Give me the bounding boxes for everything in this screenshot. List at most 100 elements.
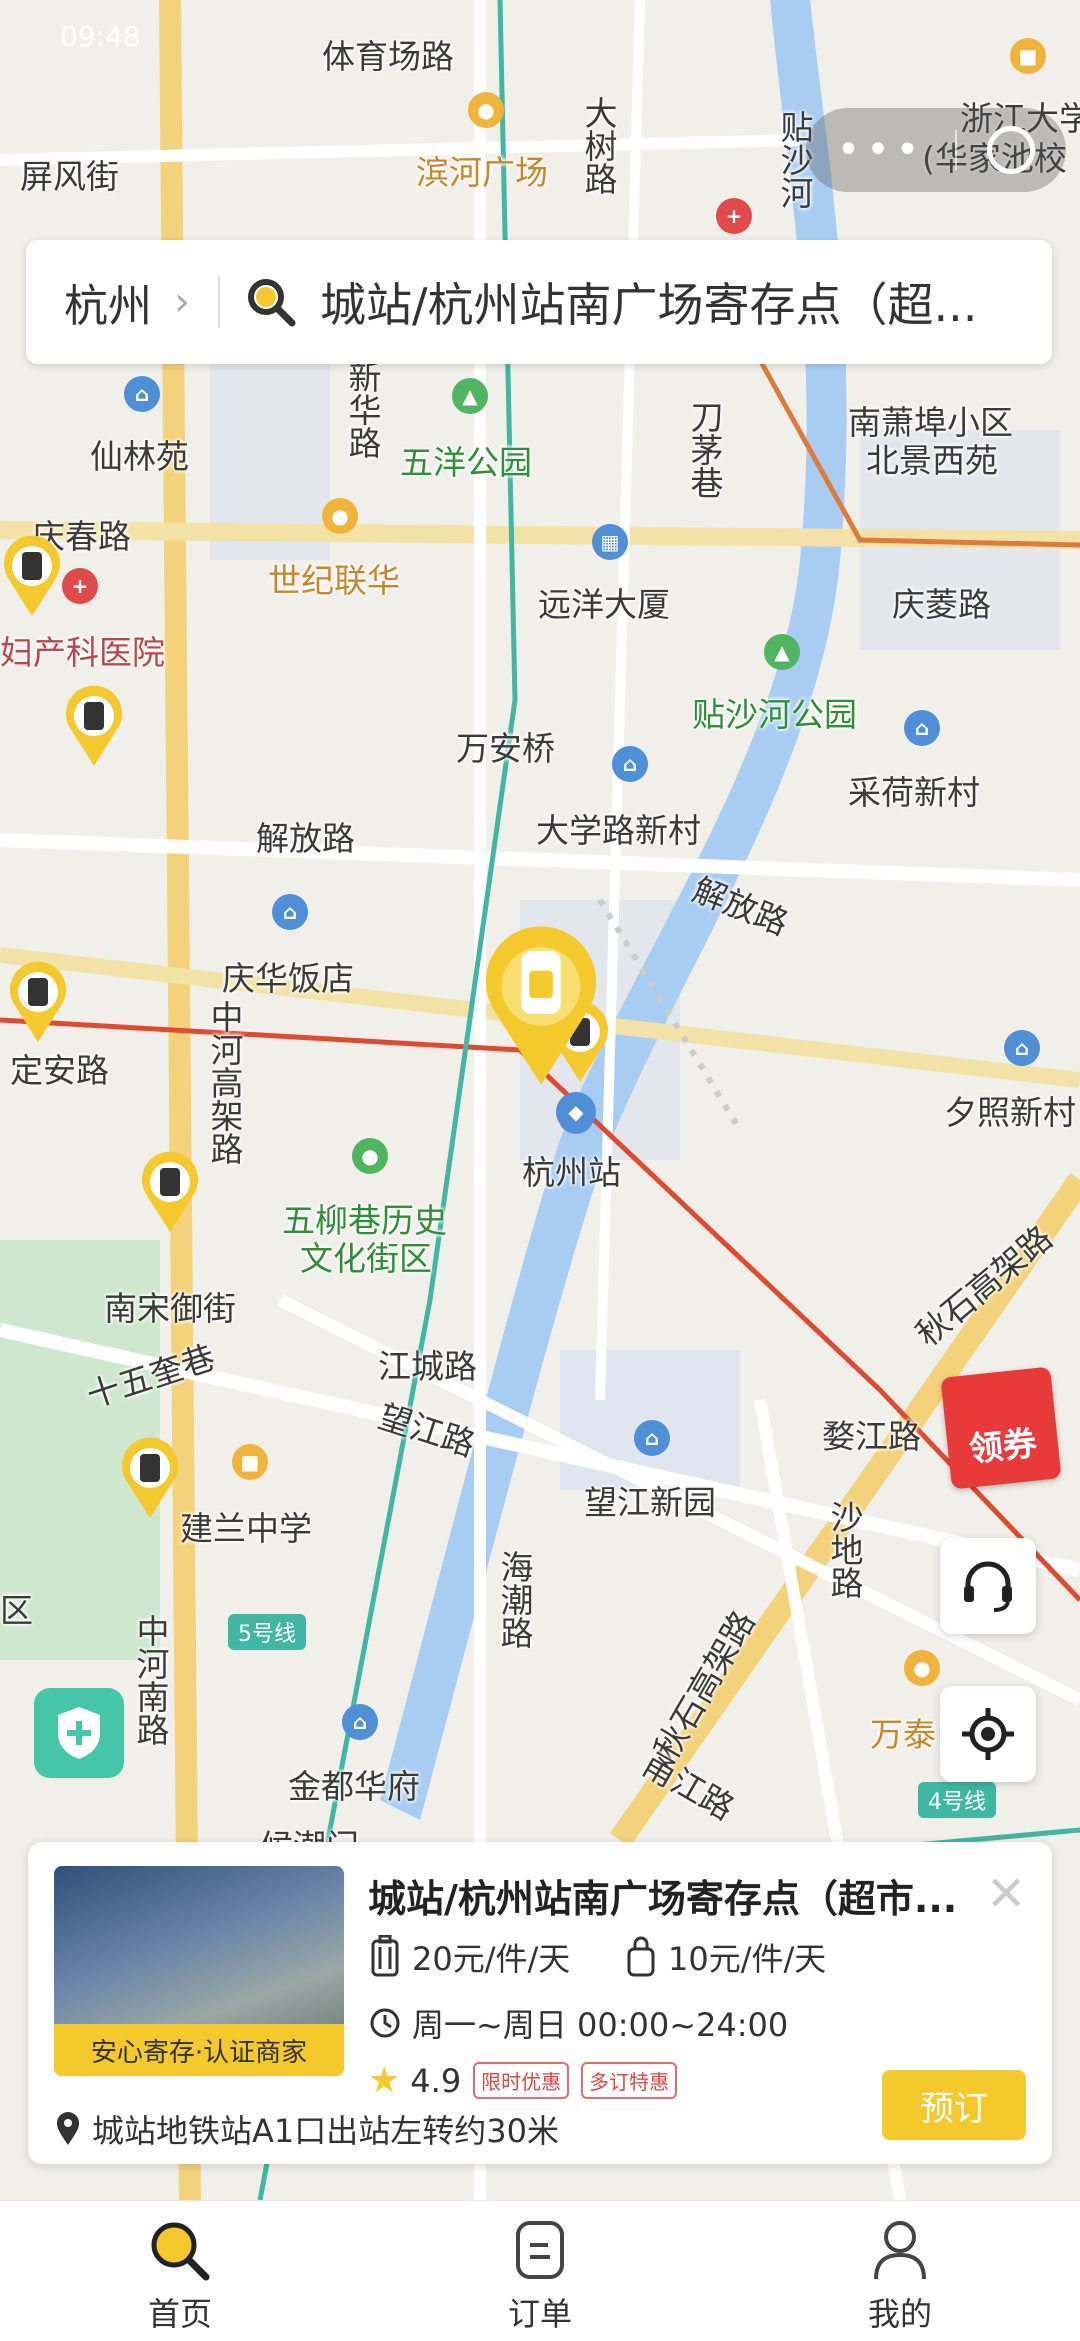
luggage-pin-icon[interactable] <box>62 684 126 768</box>
luggage-pin-icon[interactable] <box>0 534 64 618</box>
tab-profile[interactable]: 我的 <box>820 2217 980 2335</box>
building-icon[interactable]: ▦ <box>592 524 628 560</box>
headset-icon <box>964 1561 1012 1612</box>
map-label: 五洋公园 <box>400 443 532 482</box>
map-label: 文化街区 <box>300 1239 432 1278</box>
book-button[interactable]: 预订 <box>882 2070 1026 2140</box>
shield-plus-icon <box>58 1707 100 1759</box>
map-label: 望江新园 <box>584 1483 716 1522</box>
tab-label: 订单 <box>507 2295 572 2333</box>
residence-icon[interactable]: ⌂ <box>634 1420 670 1456</box>
status-time: 09:48 <box>60 20 141 53</box>
map-label: 南宋御街 <box>104 1289 236 1328</box>
close-miniapp-icon[interactable] <box>987 126 1036 174</box>
school-icon[interactable]: ■ <box>1010 38 1046 74</box>
map-label: 屏风街 <box>20 157 119 196</box>
map-label: 仙林苑 <box>90 437 189 476</box>
metro-line-badge: 4号线 <box>918 1782 996 1818</box>
poi-icon[interactable]: ● <box>468 92 504 128</box>
rating: 4.9 <box>410 2061 462 2100</box>
map-label: 远洋大厦 <box>538 585 670 624</box>
chevron-right-icon[interactable]: › <box>174 279 190 325</box>
suitcase-icon <box>371 1935 399 1977</box>
luggage-pin-icon[interactable] <box>6 960 70 1044</box>
residence-icon[interactable]: ⌂ <box>612 746 648 782</box>
tab-label: 我的 <box>867 2295 932 2333</box>
residence-icon[interactable]: ⌂ <box>124 376 160 412</box>
bottom-tab-bar: 首页 订单 我的 <box>0 2200 1080 2341</box>
map-label: 建兰中学 <box>180 1509 312 1548</box>
price-small: 10元/件/天 <box>668 1940 827 1978</box>
search-input[interactable]: 城站/杭州站南广场寄存点（超... <box>320 269 1020 335</box>
luggage-pin-icon[interactable] <box>138 1150 202 1234</box>
insurance-button[interactable] <box>34 1688 124 1778</box>
tab-home[interactable]: 首页 <box>100 2217 260 2335</box>
map-label: 北景西苑 <box>866 441 998 480</box>
search-icon[interactable] <box>244 275 298 329</box>
locate-icon <box>962 1708 1014 1760</box>
map-label: 定安路 <box>10 1051 109 1090</box>
map-label: 庆菱路 <box>892 585 991 624</box>
school-icon[interactable]: ■ <box>232 1444 268 1480</box>
station-icon[interactable]: ◆ <box>556 1092 596 1132</box>
pill-divider <box>955 130 958 170</box>
map-label: 滨河广场 <box>416 153 548 192</box>
map-label: 大学路新村 <box>536 811 701 850</box>
map-label: 新华路 <box>343 360 382 459</box>
residence-icon[interactable]: ⌂ <box>904 710 940 746</box>
promo-tag: 限时优惠 <box>473 2062 570 2099</box>
hotel-icon[interactable]: ⌂ <box>272 894 308 930</box>
camera-icon[interactable]: ● <box>352 1138 388 1174</box>
clock-icon <box>370 2008 400 2038</box>
tab-orders[interactable]: 订单 <box>460 2217 620 2335</box>
park-icon[interactable]: ▲ <box>764 634 800 670</box>
map-label: 万安桥 <box>456 729 555 768</box>
map-label: 中河南路 <box>131 1614 170 1746</box>
orders-icon <box>516 2221 564 2279</box>
residence-icon[interactable]: ⌂ <box>1004 1030 1040 1066</box>
map-label: 庆华饭店 <box>222 959 354 998</box>
storage-point-thumbnail[interactable]: 安心寄存·认证商家 <box>54 1866 344 2076</box>
map-label: 区 <box>0 1591 33 1630</box>
map-label: 世纪联华 <box>268 561 400 600</box>
star-icon: ★ <box>368 2060 401 2101</box>
map-label: 妇产科医院 <box>0 633 165 672</box>
luggage-pin-icon[interactable] <box>118 1436 182 1520</box>
map-label: 万泰 <box>870 1715 936 1754</box>
promo-tag: 多订特惠 <box>581 2062 678 2099</box>
customer-service-button[interactable] <box>940 1538 1036 1634</box>
map-label: 刀茅巷 <box>685 400 724 499</box>
metro-line-badge: 5号线 <box>228 1614 306 1650</box>
coupon-button[interactable]: 领券 <box>940 1366 1062 1490</box>
map-label: 中河高架路 <box>205 1000 244 1165</box>
price-large: 20元/件/天 <box>412 1940 571 1978</box>
park-icon[interactable]: ▲ <box>452 378 488 414</box>
map-label: 解放路 <box>256 819 355 858</box>
map-label: 江城路 <box>378 1347 477 1386</box>
miniapp-menu[interactable]: ••• <box>806 108 1066 192</box>
shop-icon[interactable]: ● <box>322 498 358 534</box>
certified-badge: 安心寄存·认证商家 <box>54 2024 344 2076</box>
map-label: 大树路 <box>579 96 618 195</box>
selected-luggage-pin-icon[interactable] <box>478 922 604 1090</box>
tab-label: 首页 <box>147 2295 212 2333</box>
hospital-icon[interactable]: + <box>62 568 98 604</box>
city-selector[interactable]: 杭州 <box>64 270 152 334</box>
residence-icon[interactable]: ⌂ <box>342 1704 378 1740</box>
more-icon[interactable]: ••• <box>837 127 926 173</box>
close-icon[interactable]: ✕ <box>986 1866 1026 1922</box>
hospital-icon[interactable]: + <box>716 198 752 234</box>
map-label: 贴沙河公园 <box>692 695 857 734</box>
map-label: 杭州站 <box>522 1153 621 1192</box>
coupon-label: 领券 <box>967 1423 1039 1471</box>
map-label: 海潮路 <box>495 1550 534 1649</box>
storage-point-card[interactable]: 安心寄存·认证商家 城站/杭州站南广场寄存点（超市... ✕ 20元/件/天 1… <box>28 1842 1052 2164</box>
storage-point-title[interactable]: 城站/杭州站南广场寄存点（超市... <box>368 1868 988 1923</box>
map-label: 金都华府 <box>288 1767 420 1806</box>
locate-button[interactable] <box>940 1686 1036 1782</box>
search-divider <box>218 276 220 328</box>
search-bar[interactable]: 杭州 › 城站/杭州站南广场寄存点（超... <box>26 240 1052 364</box>
map-label: 体育场路 <box>322 37 454 76</box>
bag-icon <box>627 1936 655 1977</box>
shop-icon[interactable]: ● <box>904 1650 940 1686</box>
